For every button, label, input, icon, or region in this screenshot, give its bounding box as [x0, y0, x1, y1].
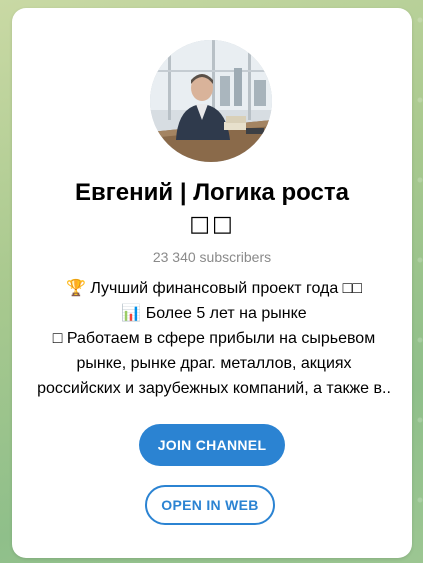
- subscriber-count: 23 340 subscribers: [152, 249, 272, 265]
- join-channel-button[interactable]: JOIN CHANNEL: [139, 424, 285, 466]
- channel-title: Евгений | Логика роста: [75, 179, 349, 206]
- channel-avatar: [150, 40, 272, 162]
- open-in-web-button[interactable]: OPEN IN WEB: [145, 485, 275, 525]
- description-line: рынке, рынке драг. металлов, акциях: [76, 355, 352, 372]
- channel-card: Евгений | Логика роста □□ 23 340 subscri…: [12, 8, 412, 558]
- channel-title-emoji: □□: [189, 212, 235, 237]
- description-line: российских и зарубежных компаний, а такж…: [37, 380, 391, 397]
- description-line: 🏆 Лучший финансовый проект года □□: [65, 280, 363, 297]
- description-line: □ Работаем в сфере прибыли на сырьевом: [52, 330, 376, 347]
- avatar-photo: [150, 40, 272, 162]
- channel-description: 🏆 Лучший финансовый проект года □□ 📊 Бол…: [28, 276, 400, 401]
- description-line: 📊 Более 5 лет на рынке: [121, 305, 307, 322]
